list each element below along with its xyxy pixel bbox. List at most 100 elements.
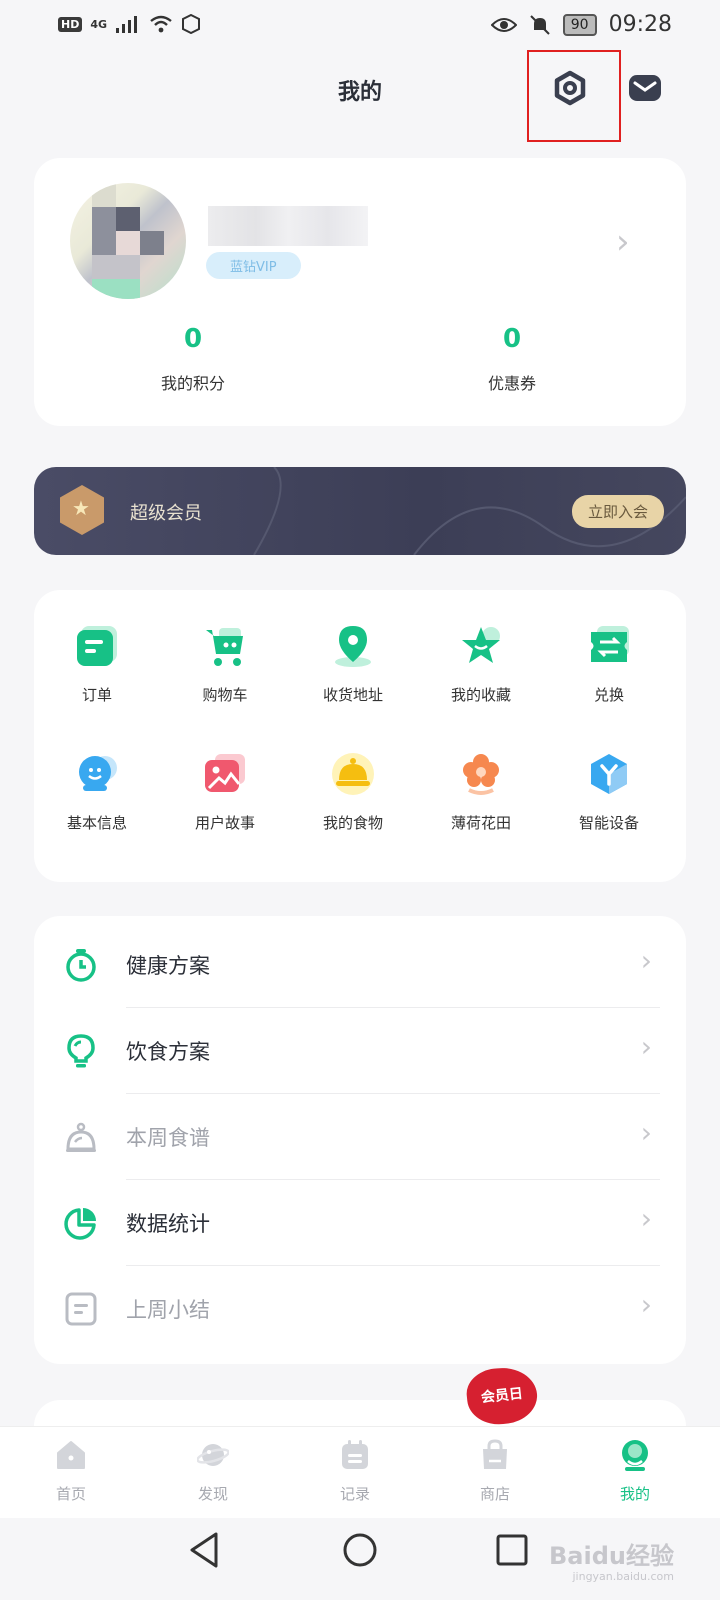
list-item-label: 饮食方案: [126, 1040, 210, 1064]
grid-item-label: 兑换: [593, 686, 624, 704]
grid-item-favorites[interactable]: 我的收藏: [426, 624, 536, 705]
eye-icon: [490, 17, 517, 32]
join-now-button[interactable]: 立即入会: [571, 495, 664, 528]
messages-button[interactable]: [627, 71, 663, 105]
list-item-label: 健康方案: [126, 954, 210, 978]
watermark-url: jingyan.baidu.com: [572, 1570, 674, 1583]
grid-item-label: 购物车: [202, 686, 248, 704]
coupons-value[interactable]: 0: [432, 324, 592, 354]
home-icon: [57, 1441, 85, 1469]
signal-icon: [116, 16, 138, 33]
grid-item-address[interactable]: 收货地址: [298, 624, 408, 705]
battery-indicator: 90: [562, 13, 597, 36]
grid-item-label: 我的收藏: [450, 686, 511, 704]
grid-item-mint-garden[interactable]: 薄荷花田: [426, 752, 536, 833]
calendar-icon: [342, 1440, 368, 1469]
nav-shop[interactable]: 商店: [450, 1439, 540, 1504]
list-item-data-stats[interactable]: 数据统计 ›: [34, 1180, 686, 1266]
profile-card[interactable]: 蓝钻VIP › 0 我的积分 0 优惠券: [34, 158, 686, 426]
baidu-watermark: Baidu经验: [549, 1542, 674, 1570]
nav-label: 发现: [197, 1485, 228, 1503]
order-icon: [75, 624, 119, 668]
picture-icon: [203, 752, 247, 796]
feature-grid: 订单 购物车 收货地址 我的收藏 兑换 基本信息 用户故事 我的食物 薄荷花田 …: [34, 590, 686, 882]
list-item-label: 上周小结: [126, 1298, 210, 1322]
list-item-label: 本周食谱: [126, 1126, 210, 1150]
grid-item-label: 订单: [81, 686, 112, 704]
grid-item-label: 用户故事: [194, 814, 255, 832]
chevron-right-icon: ›: [640, 944, 652, 977]
network-indicator: 4G: [90, 17, 108, 31]
me-icon: [622, 1440, 648, 1471]
list-item-weekly-summary[interactable]: 上周小结 ›: [34, 1266, 686, 1352]
clock: 09:28: [608, 12, 672, 37]
hd-badge: HD: [58, 16, 83, 32]
settings-icon: [554, 70, 586, 106]
chevron-right-icon: ›: [640, 1030, 652, 1063]
nav-record[interactable]: 记录: [310, 1439, 400, 1504]
grid-item-basic-info[interactable]: 基本信息: [42, 752, 152, 833]
device-icon: [587, 752, 631, 796]
super-member-label: 超级会员: [130, 503, 202, 524]
timer-icon: [66, 949, 96, 982]
nav-home[interactable]: 首页: [26, 1439, 116, 1504]
list-item-diet-plan[interactable]: 饮食方案 ›: [34, 1008, 686, 1094]
bottom-nav: 首页 发现 记录 商店 我的: [0, 1426, 720, 1519]
grid-item-label: 智能设备: [578, 814, 639, 832]
vip-badge[interactable]: 蓝钻VIP: [206, 252, 301, 279]
hand-icon: [182, 14, 201, 34]
flower-icon: [459, 752, 503, 796]
list-item-label: 数据统计: [126, 1212, 210, 1236]
nav-label: 首页: [55, 1485, 86, 1503]
grid-item-smart-devices[interactable]: 智能设备: [554, 752, 664, 833]
super-member-banner[interactable]: 超级会员 立即入会: [34, 467, 686, 555]
grid-item-exchange[interactable]: 兑换: [554, 624, 664, 705]
wifi-icon: [150, 15, 172, 33]
list-item-health-plan[interactable]: 健康方案 ›: [34, 922, 686, 1008]
nav-discover[interactable]: 发现: [168, 1439, 258, 1504]
mute-bell-icon: [530, 14, 550, 35]
bulb-icon: [67, 1034, 95, 1068]
nav-label: 记录: [339, 1485, 370, 1503]
avatar[interactable]: [70, 183, 186, 299]
grid-item-label: 我的食物: [322, 814, 383, 832]
cart-icon: [203, 624, 247, 668]
mail-icon: [629, 75, 661, 101]
grid-item-label: 基本信息: [66, 814, 127, 832]
chevron-right-icon: ›: [640, 1202, 652, 1235]
status-bar: HD 4G 90 09:28: [0, 0, 720, 52]
scale-icon: [66, 1122, 96, 1152]
coupons-label: 优惠券: [487, 374, 536, 393]
list-item-weekly-recipes[interactable]: 本周食谱 ›: [34, 1094, 686, 1180]
cloche-icon: [331, 752, 375, 796]
bag-icon: [483, 1439, 507, 1469]
star-icon: [459, 624, 503, 668]
exchange-icon: [587, 624, 631, 668]
grid-item-user-stories[interactable]: 用户故事: [170, 752, 280, 833]
settings-button[interactable]: [552, 70, 588, 106]
points-label: 我的积分: [160, 374, 225, 393]
nav-label: 我的: [619, 1485, 650, 1503]
profile-icon: [75, 752, 119, 796]
chevron-right-icon: ›: [640, 1116, 652, 1149]
status-right: 90 09:28: [490, 12, 672, 37]
crown-badge-icon: [60, 485, 104, 535]
nav-label: 商店: [479, 1485, 510, 1503]
pie-chart-icon: [64, 1208, 96, 1240]
note-icon: [65, 1292, 97, 1326]
chevron-right-icon: ›: [640, 1288, 652, 1321]
points-value[interactable]: 0: [113, 324, 273, 354]
back-icon[interactable]: [188, 1532, 220, 1568]
username-blurred: [208, 206, 368, 246]
grid-item-label: 薄荷花田: [450, 814, 511, 832]
planet-icon: [196, 1444, 230, 1466]
grid-item-label: 收货地址: [322, 686, 383, 704]
plans-list: 健康方案 › 饮食方案 › 本周食谱 › 数据统计 › 上周小结 ›: [34, 916, 686, 1364]
home-circle-icon[interactable]: [342, 1532, 378, 1568]
grid-item-cart[interactable]: 购物车: [170, 624, 280, 705]
nav-me[interactable]: 我的: [590, 1439, 680, 1504]
grid-item-my-food[interactable]: 我的食物: [298, 752, 408, 833]
grid-item-orders[interactable]: 订单: [42, 624, 152, 705]
profile-chevron-icon[interactable]: ›: [616, 222, 630, 262]
recents-icon[interactable]: [496, 1534, 528, 1566]
